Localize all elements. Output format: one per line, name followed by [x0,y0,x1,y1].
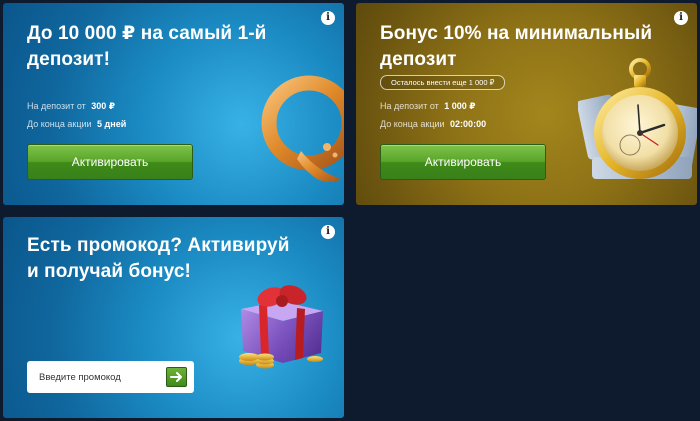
activate-button[interactable]: Активировать [27,144,193,180]
promo-end-label: До конца акции [27,119,92,129]
promo-card-promocode: i Есть промокод? Активируй и получай бон… [3,217,344,418]
card-title: До 10 000 ₽ на самый 1-й депозит! [27,23,267,70]
promotions-page: i До 10 000 ₽ на самый 1-й депозит! На д… [0,0,700,421]
deposit-min-label: На депозит от [27,101,86,111]
promo-end-value: 02:00:00 [450,119,487,129]
gift-box-icon [239,285,323,369]
remaining-deposit-badge: Осталось внести еще 1 000 ₽ [380,75,506,90]
info-icon[interactable]: i [321,11,335,25]
promocode-submit-button[interactable] [166,367,187,387]
deposit-min-label: На депозит от [380,101,439,111]
qiwi-logo-icon [261,75,344,182]
deposit-min-row: На депозит от 300 ₽ [27,101,115,112]
promo-end-label: До конца акции [380,119,445,129]
deposit-min-value: 300 ₽ [91,101,116,111]
activate-button[interactable]: Активировать [380,144,546,180]
promo-end-row: До конца акции 02:00:00 [380,119,486,129]
deposit-min-value: 1 000 ₽ [444,101,476,111]
promocode-form [27,361,194,393]
stopwatch-money-icon [578,58,697,180]
deposit-min-row: На депозит от 1 000 ₽ [380,101,476,112]
promo-card-bonus-10: i Бонус 10% на минимальный депозит Остал… [356,3,697,205]
promo-end-value: 5 дней [97,119,127,129]
info-icon[interactable]: i [321,225,335,239]
promo-card-first-deposit: i До 10 000 ₽ на самый 1-й депозит! На д… [3,3,344,205]
arrow-right-icon [170,372,182,382]
promocode-input[interactable] [27,361,157,393]
promo-end-row: До конца акции 5 дней [27,119,126,129]
info-icon[interactable]: i [674,11,688,25]
